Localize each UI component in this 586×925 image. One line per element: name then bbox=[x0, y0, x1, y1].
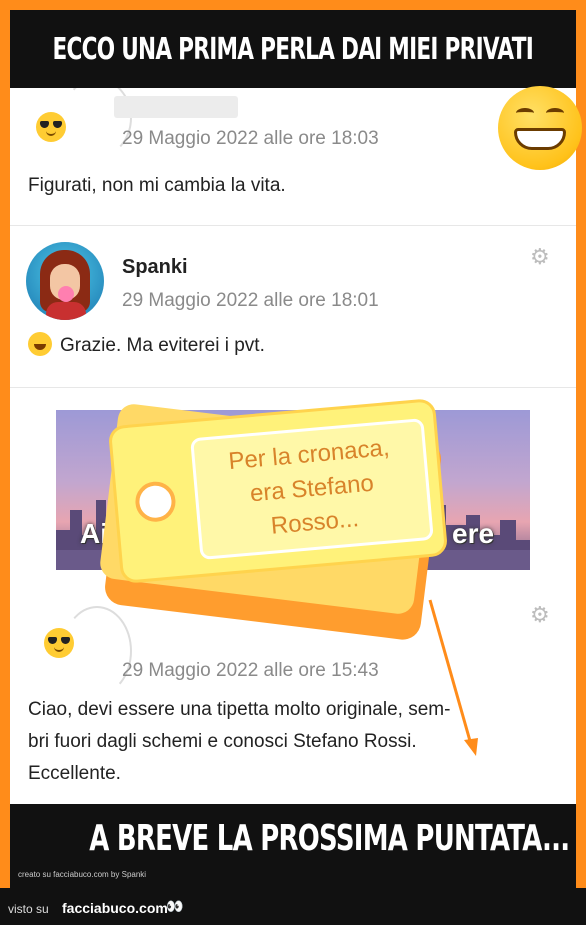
sunglasses-emoji-icon bbox=[36, 112, 66, 142]
avatar[interactable] bbox=[26, 242, 104, 320]
post-text-line: Eccellente. bbox=[28, 763, 121, 784]
laughing-emoji-icon bbox=[28, 332, 52, 356]
redacted-username bbox=[114, 96, 238, 118]
post-username[interactable]: Spanki bbox=[122, 256, 188, 279]
top-banner-title: ECCO UNA PRIMA PERLA DAI MIEI PRIVATI bbox=[52, 31, 534, 67]
post-timestamp: 29 Maggio 2022 alle ore 18:03 bbox=[122, 128, 379, 149]
post-text-content: Grazie. Ma eviterei i pvt. bbox=[60, 335, 265, 356]
post-text: Ciao, devi essere una tipetta molto orig… bbox=[28, 694, 450, 790]
post-text-line: Ciao, devi essere una tipetta molto orig… bbox=[28, 699, 451, 720]
site-footer: visto su facciabuco.com 👀 bbox=[0, 888, 586, 925]
grinning-emoji-icon bbox=[498, 86, 582, 170]
tag-hole bbox=[133, 480, 178, 524]
banner-word-right: ere bbox=[452, 518, 495, 549]
footer-visto-label: visto su bbox=[8, 902, 49, 916]
bottom-banner-title: A BREVE LA PROSSIMA PUNTATA... bbox=[89, 818, 570, 859]
top-banner: ECCO UNA PRIMA PERLA DAI MIEI PRIVATI bbox=[10, 10, 576, 88]
creator-credit: creato su facciabuco.com by Spanki bbox=[18, 870, 147, 879]
tag-label: Per la cronaca, era Stefano Rosso... bbox=[190, 418, 434, 560]
gear-icon[interactable]: ⚙ bbox=[530, 602, 550, 628]
post-text: Grazie. Ma eviterei i pvt. bbox=[28, 330, 265, 362]
price-tag-overlay: Per la cronaca, era Stefano Rosso... bbox=[107, 398, 449, 584]
post-timestamp: 29 Maggio 2022 alle ore 15:43 bbox=[122, 660, 379, 681]
post-text-line: bri fuori dagli schemi e conosci Stefano… bbox=[28, 731, 417, 752]
message-post: Spanki 29 Maggio 2022 alle ore 18:01 ⚙ G… bbox=[10, 226, 576, 388]
meme-frame: ECCO UNA PRIMA PERLA DAI MIEI PRIVATI 29… bbox=[10, 10, 582, 888]
post-timestamp: 29 Maggio 2022 alle ore 18:01 bbox=[122, 290, 379, 311]
gear-icon[interactable]: ⚙ bbox=[530, 244, 550, 270]
footer-site-link[interactable]: facciabuco.com bbox=[62, 900, 168, 916]
chat-screenshot: 29 Maggio 2022 alle ore 18:03 Figurati, … bbox=[10, 88, 576, 804]
message-post: 29 Maggio 2022 alle ore 18:03 Figurati, … bbox=[10, 88, 576, 226]
post-text: Figurati, non mi cambia la vita. bbox=[28, 175, 286, 196]
bottom-banner: A BREVE LA PROSSIMA PUNTATA... creato su… bbox=[10, 804, 576, 888]
eyes-icon: 👀 bbox=[166, 898, 184, 914]
avatar-border-curve bbox=[62, 606, 132, 696]
sunglasses-emoji-icon bbox=[44, 628, 74, 658]
